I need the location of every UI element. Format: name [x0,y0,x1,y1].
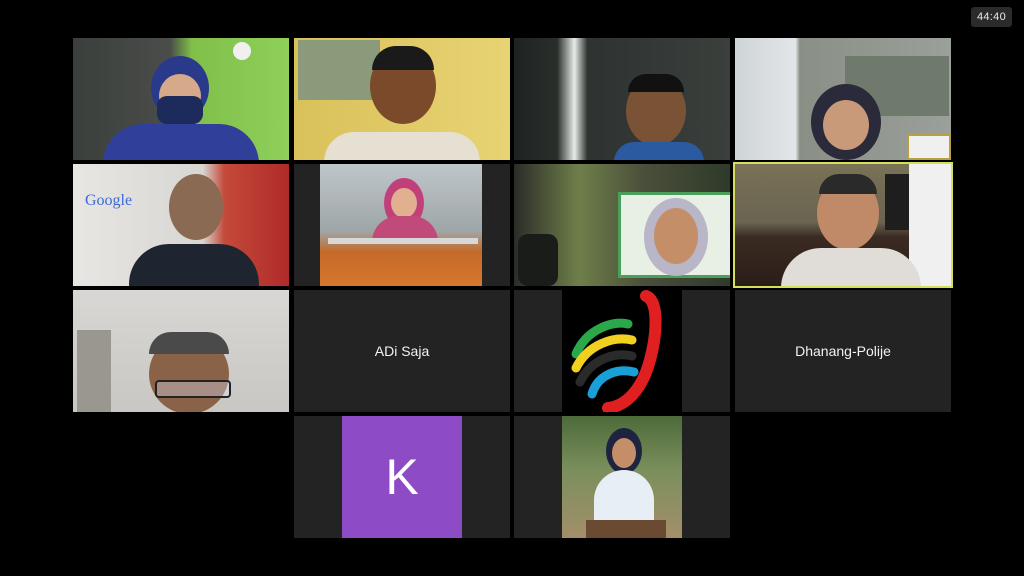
video-tile-3[interactable] [514,38,730,160]
participant-tile-dhanang[interactable]: Dhanang-Polije [735,290,951,412]
video-tile-1[interactable] [73,38,289,160]
meeting-timer: 44:40 [970,7,1012,27]
participant-tile-adi[interactable]: ADi Saja [294,290,510,412]
google-sign: Google [85,192,133,209]
avatar: K [342,416,462,538]
video-tile-8-active-speaker[interactable] [733,162,953,288]
video-tile-7[interactable] [514,164,730,286]
video-tile-2[interactable] [294,38,510,160]
participant-name: Dhanang-Polije [795,343,891,359]
video-tile-6[interactable] [294,164,510,286]
video-tile-9[interactable] [73,290,289,412]
organization-logo [562,290,682,412]
video-tile-12[interactable] [514,416,730,538]
participant-video [562,416,682,538]
video-tile-5[interactable]: Google [73,164,289,286]
video-tile-4[interactable] [735,38,951,160]
participant-tile-k[interactable]: K [294,416,510,538]
participant-name: ADi Saja [374,343,430,359]
participant-tile-logo[interactable] [514,290,730,412]
